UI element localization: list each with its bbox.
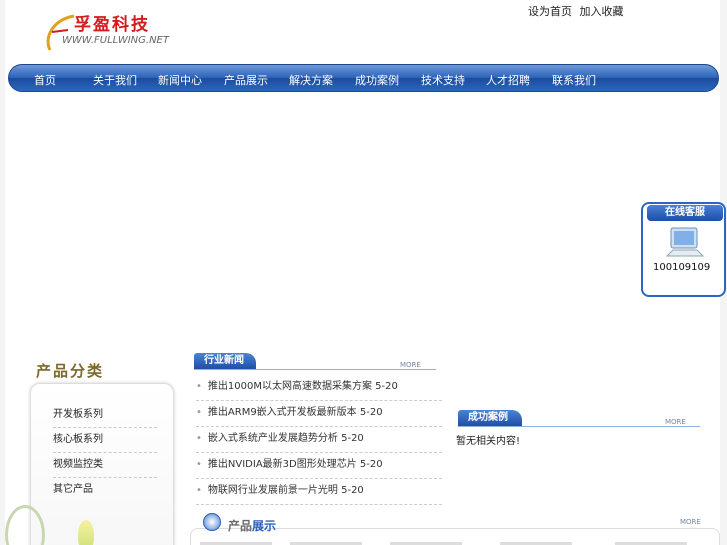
cases-more-link[interactable]: MORE (665, 418, 686, 426)
computer-icon (665, 227, 705, 257)
news-item[interactable]: • 推出1000M以太网高速数据采集方案 5-20 (196, 375, 442, 401)
news-text: 推出ARM9嵌入式开发板最新版本 (207, 407, 357, 418)
news-date: 5-20 (375, 381, 398, 392)
nav-item-cases[interactable]: 成功案例 (355, 72, 399, 88)
bullet-icon: • (196, 485, 202, 496)
nav-item-products[interactable]: 产品展示 (224, 72, 268, 88)
products-title-main: 产品 (228, 519, 253, 533)
cases-empty-text: 暂无相关内容! (456, 436, 521, 447)
news-text: 推出1000M以太网高速数据采集方案 (207, 381, 372, 392)
nav-item-news[interactable]: 新闻中心 (158, 72, 202, 88)
cases-divider (458, 426, 700, 427)
nav-item-jobs[interactable]: 人才招聘 (486, 72, 530, 88)
news-item[interactable]: • 推出ARM9嵌入式开发板最新版本 5-20 (196, 401, 442, 427)
bullet-icon: • (196, 407, 202, 418)
category-item[interactable]: 核心板系列 (53, 429, 157, 453)
news-text: 物联网行业发展前景一片光明 (207, 485, 338, 496)
add-favorite-link[interactable]: 加入收藏 (580, 5, 624, 18)
products-title-sub: 展示 (252, 519, 277, 533)
news-date: 5-20 (341, 485, 364, 496)
site-logo[interactable]: 孚盈科技 WWW.FULLWING.NET (38, 10, 173, 54)
news-date: 5-20 (341, 433, 364, 444)
nav-item-solutions[interactable]: 解决方案 (289, 72, 333, 88)
category-box: 开发板系列 核心板系列 视频监控类 其它产品 (30, 383, 174, 545)
logo-name: 孚盈科技 (74, 15, 150, 35)
news-date: 5-20 (359, 459, 383, 470)
news-item[interactable]: • 推出NVIDIA最新3D图形处理芯片 5-20 (196, 453, 442, 479)
nav-item-about[interactable]: 关于我们 (93, 72, 137, 88)
category-title: 产品分类 (36, 362, 105, 380)
bullet-icon: • (196, 459, 202, 470)
service-title: 在线客服 (647, 205, 723, 221)
category-item[interactable]: 其它产品 (53, 479, 157, 503)
news-text: 嵌入式系统产业发展趋势分析 (207, 433, 338, 444)
page: 孚盈科技 WWW.FULLWING.NET 设为首页 加入收藏 首页 关于我们 … (0, 0, 727, 545)
cases-section-title: 成功案例 (458, 410, 522, 426)
nav-item-home[interactable]: 首页 (34, 72, 56, 88)
news-divider (194, 369, 436, 370)
news-item[interactable]: • 物联网行业发展前景一片光明 5-20 (196, 479, 442, 505)
decorative-leaf (78, 520, 94, 545)
bullet-icon: • (196, 433, 202, 444)
online-service-panel[interactable]: 在线客服 100109109 (641, 202, 726, 297)
news-text: 推出NVIDIA最新3D图形处理芯片 (207, 459, 357, 470)
globe-icon (203, 513, 221, 531)
bullet-icon: • (196, 381, 202, 392)
news-more-link[interactable]: MORE (400, 361, 421, 369)
news-section-title: 行业新闻 (194, 353, 256, 369)
nav-item-contact[interactable]: 联系我们 (552, 72, 596, 88)
banner-area (5, 92, 720, 342)
news-item[interactable]: • 嵌入式系统产业发展趋势分析 5-20 (196, 427, 442, 453)
category-item[interactable]: 开发板系列 (53, 404, 157, 428)
logo-swoosh-icon (46, 14, 75, 51)
service-number[interactable]: 100109109 (653, 262, 710, 273)
products-more-link[interactable]: MORE (680, 518, 701, 526)
products-title: 产品展示 (228, 517, 276, 534)
news-date: 5-20 (359, 407, 383, 418)
category-item[interactable]: 视频监控类 (53, 454, 157, 478)
set-homepage-link[interactable]: 设为首页 (528, 5, 572, 18)
main-nav: 首页 关于我们 新闻中心 产品展示 解决方案 成功案例 技术支持 人才招聘 联系… (8, 64, 719, 92)
top-links: 设为首页 加入收藏 (528, 3, 628, 19)
nav-item-support[interactable]: 技术支持 (421, 72, 465, 88)
logo-url: WWW.FULLWING.NET (62, 35, 169, 46)
